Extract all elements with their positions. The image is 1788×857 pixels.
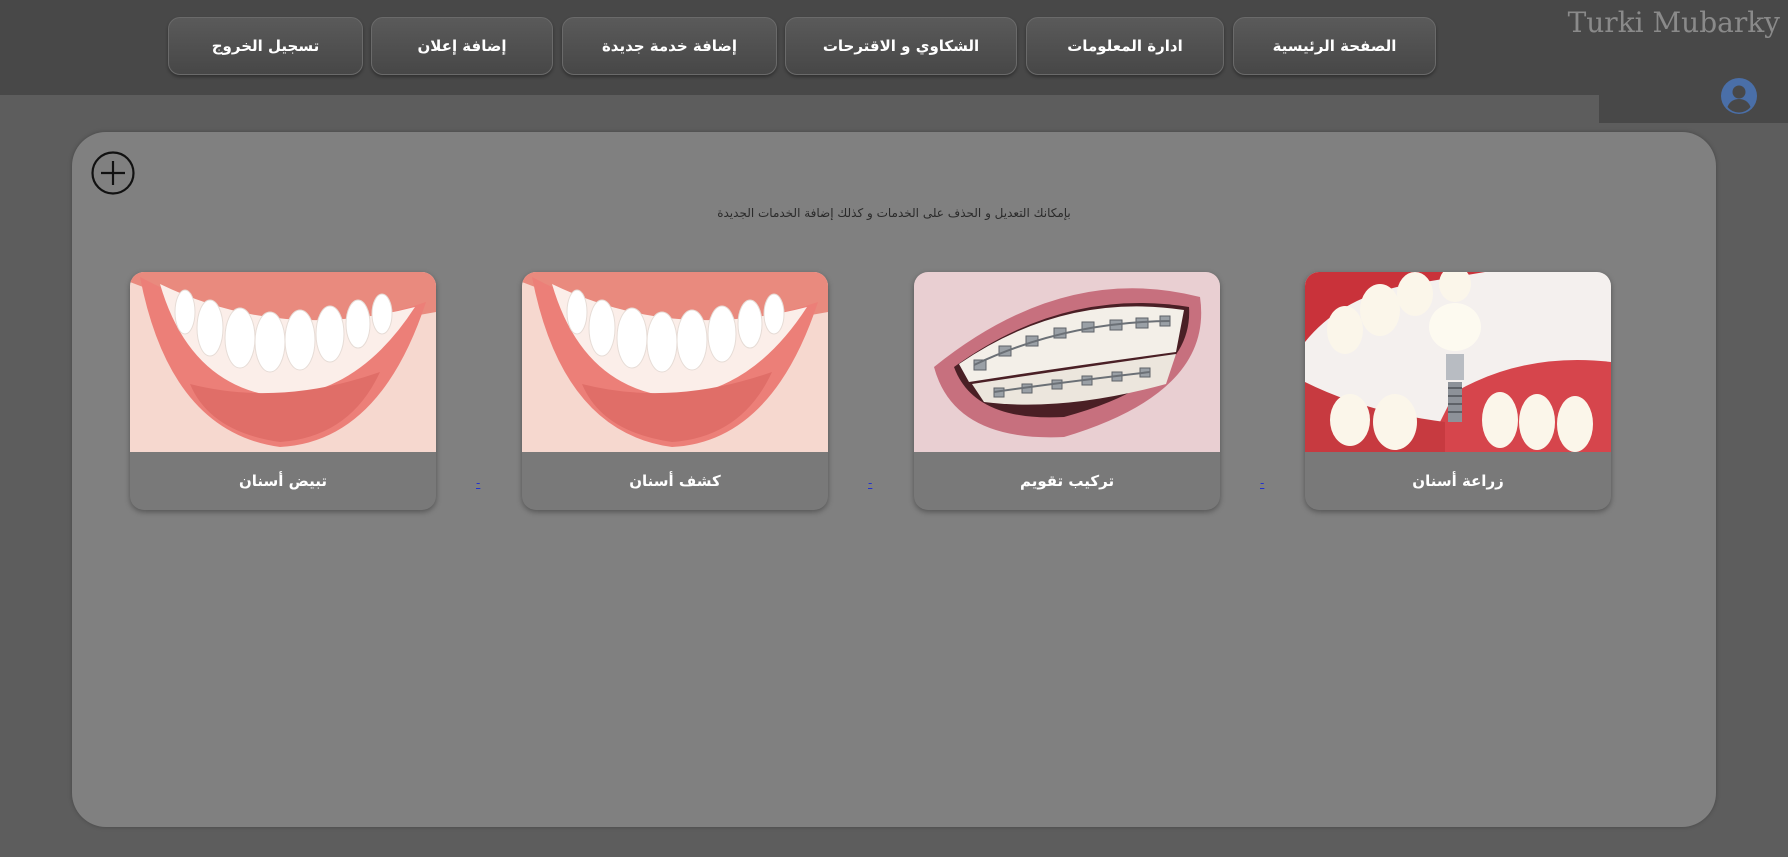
service-label: تبيض أسنان: [239, 472, 328, 490]
service-label: كشف أسنان: [629, 472, 721, 490]
services-panel: بإمكانك التعديل و الحذف على الخدمات و كذ…: [72, 132, 1716, 827]
service-label: تركيب تقويم: [1019, 472, 1115, 490]
service-card-braces[interactable]: تركيب تقويم: [914, 272, 1220, 510]
add-ad-button[interactable]: إضافة إعلان: [371, 17, 553, 75]
user-name: Turki Mubarky: [1567, 6, 1780, 39]
white-smile-image: [130, 272, 436, 452]
user-panel: Turki Mubarky: [1568, 0, 1788, 123]
plus-circle-icon[interactable]: [90, 150, 136, 196]
logout-button[interactable]: تسجيل الخروج: [168, 17, 363, 75]
dental-implant-image: [1305, 272, 1611, 452]
complaints-button[interactable]: الشكاوي و الاقترحات: [785, 17, 1017, 75]
services-hint-text: بإمكانك التعديل و الحذف على الخدمات و كذ…: [717, 206, 1071, 220]
braces-smile-image: [914, 272, 1220, 452]
user-circle-icon[interactable]: [1720, 77, 1758, 115]
separator-link[interactable]: -: [476, 476, 480, 490]
service-card-whitening[interactable]: تبيض أسنان: [130, 272, 436, 510]
service-card-checkup[interactable]: كشف أسنان: [522, 272, 828, 510]
separator-link[interactable]: -: [868, 476, 872, 490]
manage-info-button[interactable]: ادارة المعلومات: [1026, 17, 1224, 75]
add-service-button[interactable]: إضافة خدمة جديدة: [562, 17, 777, 75]
service-label: زراعة أسنان: [1412, 472, 1504, 490]
top-nav-bar: تسجيل الخروج إضافة إعلان إضافة خدمة جديد…: [0, 0, 1599, 95]
white-smile-image: [522, 272, 828, 452]
home-button[interactable]: الصفحة الرئيسية: [1233, 17, 1436, 75]
service-card-implant[interactable]: زراعة أسنان: [1305, 272, 1611, 510]
separator-link[interactable]: -: [1260, 476, 1264, 490]
